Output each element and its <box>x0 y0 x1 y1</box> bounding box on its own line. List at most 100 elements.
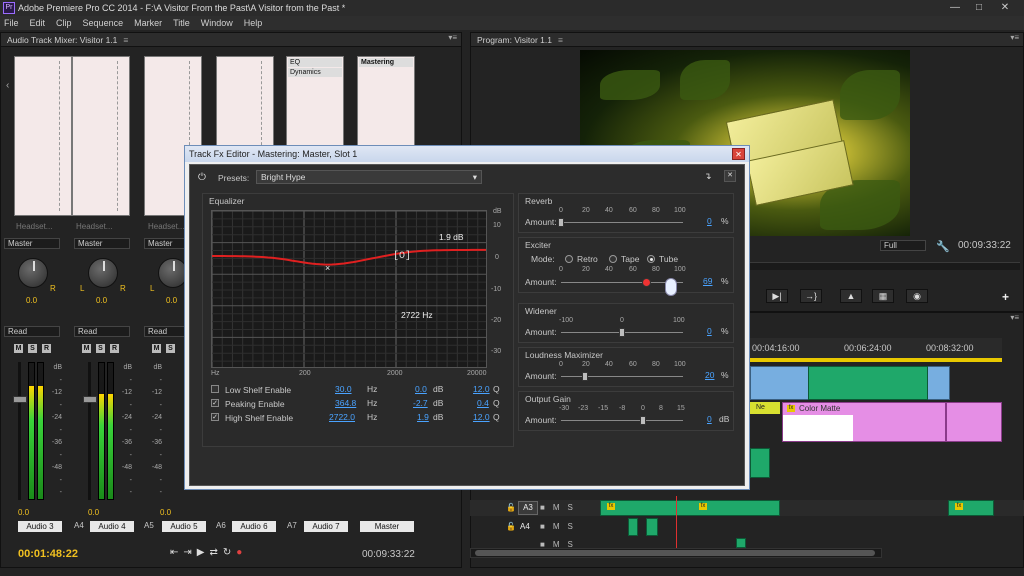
eq-peak-handle[interactable]: × <box>325 263 330 273</box>
track-target-a3[interactable]: A3 <box>518 501 538 515</box>
output-gain-slider-track[interactable] <box>561 420 683 421</box>
volume-fader-handle[interactable] <box>13 396 27 403</box>
exciter-mode-tube-radio[interactable] <box>647 255 655 263</box>
tab-close-icon[interactable]: ≡ <box>558 35 563 45</box>
menu-file[interactable]: File <box>4 16 19 30</box>
solo-button[interactable]: S <box>96 344 105 353</box>
dialog-close-icon[interactable]: ✕ <box>732 148 745 160</box>
go-to-out-button[interactable]: →} <box>800 289 822 303</box>
audio-clip[interactable]: fx <box>948 500 994 516</box>
track-name-audio4[interactable]: Audio 4 <box>90 521 134 532</box>
high-shelf-q[interactable]: 12.0 <box>473 412 490 422</box>
delete-preset-icon[interactable]: ✕ <box>724 170 736 182</box>
step-forward-button[interactable]: ▶| <box>766 289 788 303</box>
solo-button[interactable]: S <box>166 344 175 353</box>
go-to-in-icon[interactable]: ⇤ <box>170 547 183 558</box>
menu-title[interactable]: Title <box>173 16 190 30</box>
low-shelf-q[interactable]: 12.0 <box>473 384 490 394</box>
fx-slot-audio4[interactable] <box>72 56 130 216</box>
automation-mode-select[interactable]: Read <box>74 326 130 337</box>
mute-button[interactable]: M <box>152 344 161 353</box>
power-icon[interactable]: ⏻ <box>198 172 206 183</box>
record-button[interactable]: R <box>42 344 51 353</box>
high-shelf-gain[interactable]: 1.9 <box>417 412 429 422</box>
track-solo-icon[interactable]: S <box>568 503 581 512</box>
track-name-audio7[interactable]: Audio 7 <box>304 521 348 532</box>
reverb-amount-value[interactable]: 0 <box>707 216 712 226</box>
video-clip[interactable] <box>808 366 928 400</box>
maximize-icon[interactable]: □ <box>968 1 990 14</box>
panel-menu-icon[interactable]: ▾≡ <box>1010 33 1019 42</box>
audio-clip[interactable] <box>736 538 746 548</box>
pan-knob[interactable] <box>88 258 118 288</box>
menu-help[interactable]: Help <box>244 16 263 30</box>
export-frame-button[interactable]: ◉ <box>906 289 928 303</box>
track-name-audio6[interactable]: Audio 6 <box>232 521 276 532</box>
preset-menu-icon[interactable]: ↴ <box>704 171 712 182</box>
extract-button[interactable]: ▦ <box>872 289 894 303</box>
low-shelf-freq[interactable]: 30.0 <box>335 384 352 394</box>
audio-clip[interactable]: fx fx <box>600 500 780 516</box>
timeline-scrollbar-thumb[interactable] <box>475 550 875 556</box>
track-mute-icon[interactable]: M <box>553 503 568 512</box>
exciter-mode-retro-radio[interactable] <box>565 255 573 263</box>
fx-eq-item[interactable]: EQ <box>288 58 342 67</box>
widener-amount-value[interactable]: 0 <box>707 326 712 336</box>
output-gain-slider-handle[interactable] <box>639 416 646 425</box>
panel-menu-icon[interactable]: ▾≡ <box>1010 313 1019 322</box>
tab-close-icon[interactable]: ≡ <box>123 35 128 45</box>
panel-menu-icon[interactable]: ▾≡ <box>448 33 457 42</box>
fx-dynamics-item[interactable]: Dynamics <box>288 68 342 77</box>
track-name-audio5[interactable]: Audio 5 <box>162 521 206 532</box>
menu-clip[interactable]: Clip <box>56 16 72 30</box>
track-name-master[interactable]: Master <box>360 521 414 532</box>
audio-clip[interactable] <box>646 518 658 536</box>
eq-highshelf-handle[interactable]: [O] <box>393 250 411 262</box>
record-button[interactable]: R <box>110 344 119 353</box>
timeline-scrollbar[interactable] <box>470 548 882 558</box>
low-shelf-checkbox[interactable] <box>211 385 219 393</box>
program-monitor-tab[interactable]: Program: Visitor 1.1 ≡ <box>471 33 1023 47</box>
lock-icon[interactable]: 🔓 <box>506 503 516 512</box>
mute-button[interactable]: M <box>14 344 23 353</box>
mixer-collapse-icon[interactable]: ‹ <box>6 80 9 91</box>
pan-value[interactable]: 0.0 <box>166 296 177 305</box>
fx-mastering-item[interactable]: Mastering <box>359 58 413 67</box>
record-icon[interactable]: ● <box>236 547 247 558</box>
reverb-slider-handle[interactable] <box>558 218 564 227</box>
mixer-timecode-current[interactable]: 00:01:48:22 <box>18 548 78 560</box>
menu-window[interactable]: Window <box>201 16 233 30</box>
volume-fader-track[interactable] <box>18 362 21 500</box>
color-matte-clip[interactable]: fx Color Matte <box>782 402 946 442</box>
work-area-bar[interactable] <box>750 358 1002 362</box>
track-output-icon[interactable]: ■ <box>540 503 553 512</box>
high-shelf-checkbox[interactable]: ✓ <box>211 413 219 421</box>
peaking-gain[interactable]: -2.7 <box>413 398 428 408</box>
wrench-icon[interactable]: 🔧 <box>936 240 950 253</box>
loudness-slider-handle[interactable] <box>582 372 589 381</box>
volume-value[interactable]: 0.0 <box>88 508 99 517</box>
exciter-slider-handle[interactable] <box>642 278 652 287</box>
play-in-to-out-icon[interactable]: ⇄ <box>209 547 222 558</box>
close-window-icon[interactable]: ✕ <box>994 1 1016 14</box>
widener-slider-handle[interactable] <box>619 328 625 337</box>
audio-clip[interactable] <box>750 448 770 478</box>
mute-button[interactable]: M <box>82 344 91 353</box>
volume-fader-handle[interactable] <box>83 396 97 403</box>
presets-select[interactable]: Bright Hype ▾ <box>256 170 482 184</box>
exciter-mode-tape-radio[interactable] <box>609 255 617 263</box>
peaking-checkbox[interactable]: ✓ <box>211 399 219 407</box>
loudness-slider-track[interactable] <box>561 376 683 377</box>
output-select-audio4[interactable]: Master <box>74 238 130 249</box>
pan-value[interactable]: 0.0 <box>26 296 37 305</box>
low-shelf-gain[interactable]: 0.0 <box>415 384 427 394</box>
loudness-amount-value[interactable]: 20 <box>705 370 714 380</box>
track-mute-icon[interactable]: M <box>553 522 568 531</box>
add-button-icon[interactable]: + <box>1002 290 1009 304</box>
playhead-line[interactable] <box>676 496 677 556</box>
peaking-q[interactable]: 0.4 <box>477 398 489 408</box>
exciter-amount-value[interactable]: 69 <box>703 276 712 286</box>
track-output-icon[interactable]: ■ <box>540 522 553 531</box>
play-icon[interactable]: ▶ <box>197 547 210 558</box>
menu-sequence[interactable]: Sequence <box>83 16 124 30</box>
